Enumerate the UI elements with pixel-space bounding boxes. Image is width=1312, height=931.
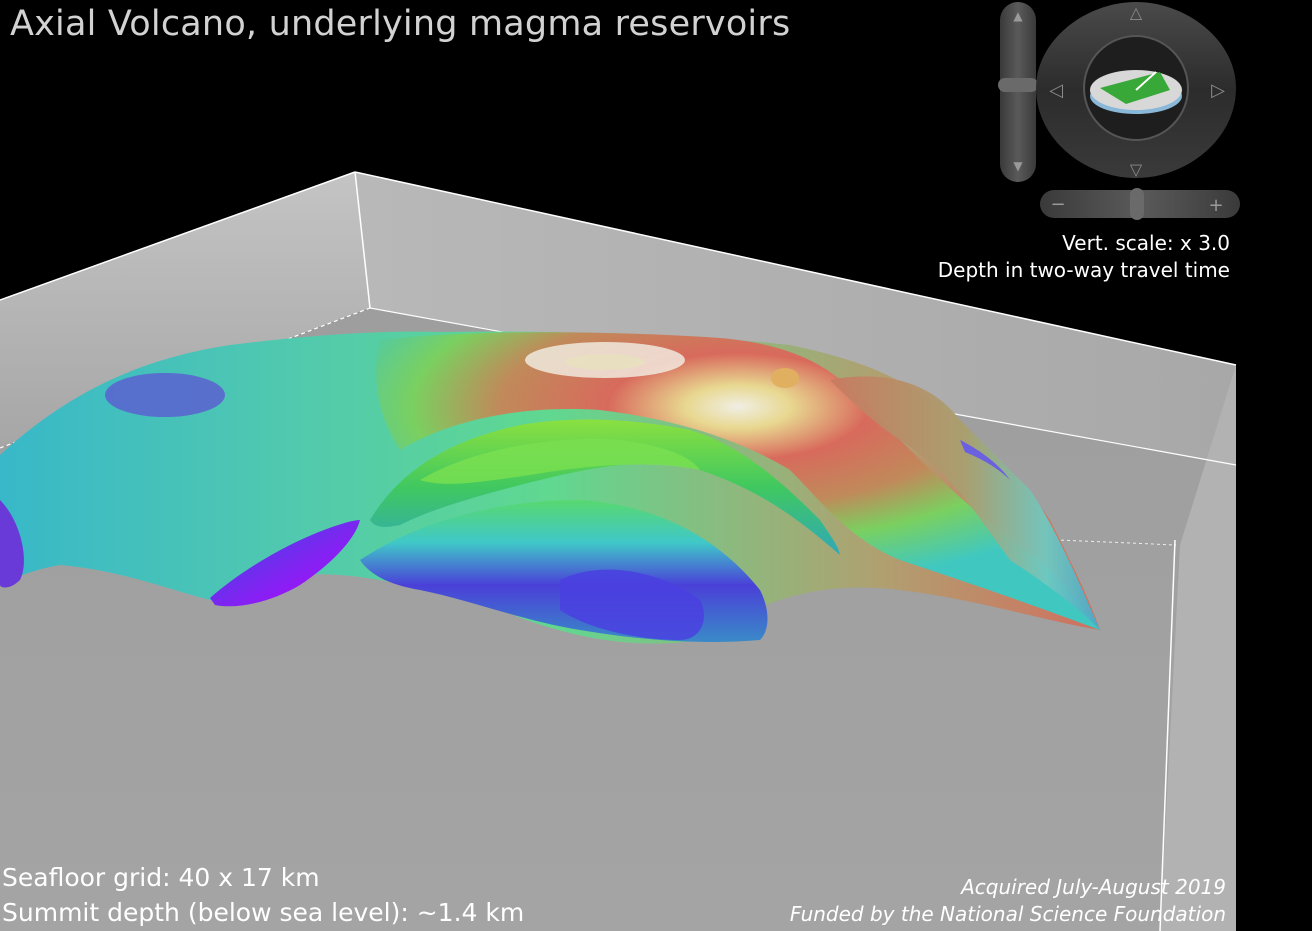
view-parameters: Vert. scale: x 3.0 Depth in two-way trav…: [938, 230, 1230, 284]
tilt-up-icon[interactable]: ▲: [1013, 9, 1023, 23]
rotate-right-icon[interactable]: ▷: [1211, 80, 1225, 101]
zoom-handle[interactable]: [1130, 188, 1144, 220]
funding-label: Funded by the National Science Foundatio…: [789, 902, 1226, 926]
zoom-in-icon[interactable]: +: [1208, 195, 1223, 216]
tilt-handle[interactable]: [998, 78, 1038, 92]
grid-info: Seafloor grid: 40 x 17 km Summit depth (…: [2, 860, 524, 930]
credits: Acquired July-August 2019 Funded by the …: [790, 874, 1226, 928]
tilt-down-icon[interactable]: ▼: [1013, 159, 1023, 173]
rotate-up-icon[interactable]: △: [1130, 3, 1143, 22]
view-title: Axial Volcano, underlying magma reservoi…: [10, 4, 791, 44]
navigation-control[interactable]: ▲ ▼ △ ▽ ◁ ▷ − +: [996, 0, 1246, 230]
zoom-slider[interactable]: − +: [1040, 188, 1240, 220]
summit-depth-label: Summit depth (below sea level): ~1.4 km: [2, 898, 525, 927]
caldera-center: [565, 354, 645, 370]
seafloor-grid-label: Seafloor grid: 40 x 17 km: [2, 863, 320, 892]
depth-mode-label: Depth in two-way travel time: [937, 258, 1230, 282]
rotate-down-icon[interactable]: ▽: [1130, 160, 1143, 179]
tilt-slider[interactable]: ▲ ▼: [998, 2, 1038, 182]
compass-icon: [1090, 70, 1182, 114]
west-depression: [105, 373, 225, 417]
vertical-scale-label: Vert. scale: x 3.0: [1062, 231, 1230, 255]
rotate-left-icon[interactable]: ◁: [1049, 80, 1063, 101]
summit-mound: [771, 368, 799, 388]
acquired-label: Acquired July-August 2019: [961, 875, 1226, 899]
zoom-out-icon[interactable]: −: [1050, 194, 1065, 215]
